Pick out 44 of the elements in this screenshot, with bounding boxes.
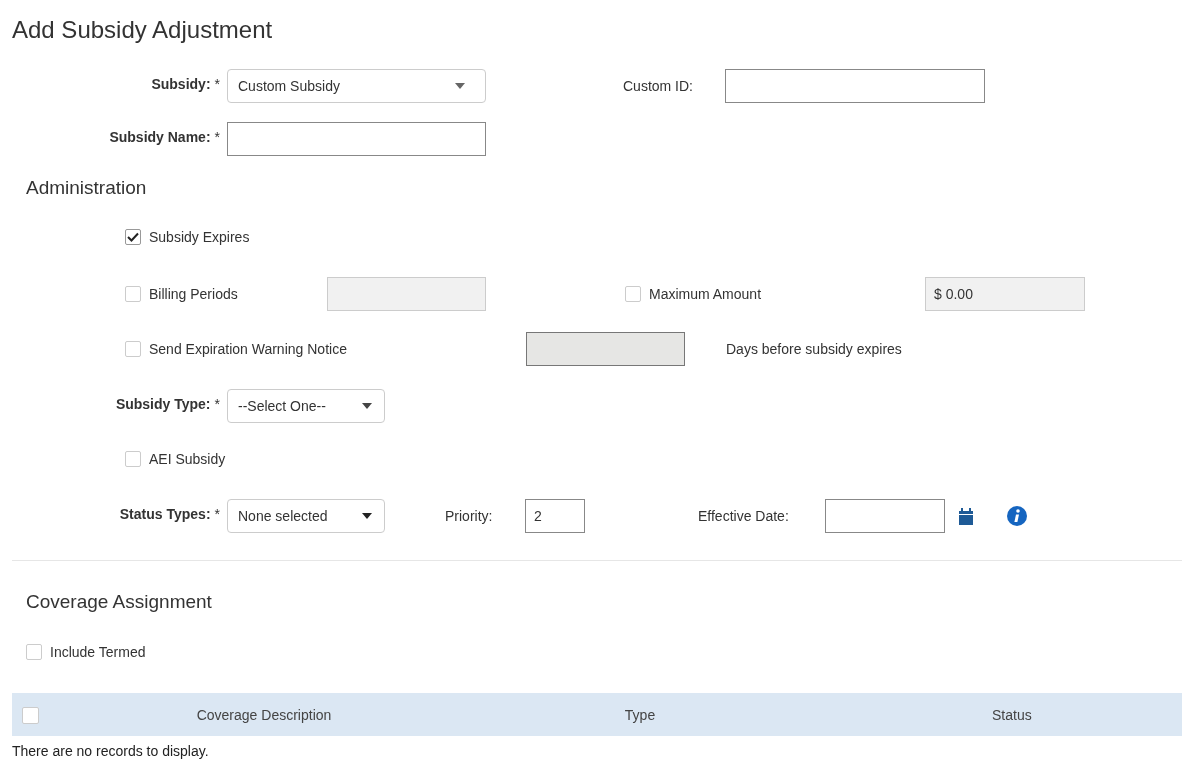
- checkbox[interactable]: [125, 451, 141, 467]
- checkbox[interactable]: [125, 229, 141, 245]
- checkbox-label: AEI Subsidy: [149, 451, 226, 467]
- page-title: Add Subsidy Adjustment: [12, 15, 274, 45]
- checkbox-label: Billing Periods: [149, 286, 238, 302]
- section-heading: Coverage Assignment: [26, 590, 213, 614]
- required-mark: *: [214, 396, 220, 412]
- column-header[interactable]: Type: [624, 706, 656, 723]
- checkbox-label: Include Termed: [50, 644, 146, 660]
- required-mark: *: [214, 129, 220, 145]
- field-label: Status Types:: [119, 506, 211, 522]
- field-label: Priority:: [445, 508, 494, 524]
- subsidy-dropdown[interactable]: Custom Subsidy: [227, 69, 486, 103]
- field-label: Effective Date:: [698, 508, 790, 524]
- caret-icon: [362, 513, 372, 519]
- field-label: Custom ID:: [623, 78, 694, 94]
- column-header[interactable]: Status: [992, 706, 1032, 723]
- checkbox[interactable]: [26, 644, 42, 660]
- required-mark: *: [214, 76, 220, 92]
- field-label: Subsidy Name:: [109, 129, 211, 145]
- priority-field[interactable]: 2: [525, 499, 585, 533]
- status-types-dropdown[interactable]: None selected: [227, 499, 385, 533]
- effective-date-field[interactable]: [825, 499, 945, 533]
- info-icon[interactable]: [1007, 506, 1027, 526]
- checkbox[interactable]: [125, 286, 141, 302]
- checkbox-label: Send Expiration Warning Notice: [149, 340, 347, 357]
- checkbox-label: Subsidy Expires: [149, 229, 250, 245]
- custom-id-field[interactable]: [725, 69, 985, 103]
- caret-icon: [455, 83, 465, 89]
- calendar-icon[interactable]: [958, 507, 974, 525]
- subsidy-type-dropdown[interactable]: --Select One--: [227, 389, 385, 423]
- checkbox[interactable]: [125, 340, 141, 357]
- checkbox-label: Maximum Amount: [649, 286, 762, 302]
- section-heading: Administration: [26, 176, 148, 200]
- required-mark: *: [214, 506, 220, 522]
- column-header[interactable]: Coverage Description: [196, 706, 332, 723]
- checkbox[interactable]: [625, 286, 641, 302]
- field-hint: Days before subsidy expires: [726, 340, 902, 357]
- subsidy-name-field[interactable]: [227, 122, 486, 156]
- field-label: Subsidy:: [151, 76, 211, 92]
- checkbox[interactable]: [22, 706, 39, 724]
- field-label: Subsidy Type:: [115, 396, 211, 412]
- empty-message: There are no records to display.: [12, 743, 210, 759]
- caret-icon: [362, 403, 372, 409]
